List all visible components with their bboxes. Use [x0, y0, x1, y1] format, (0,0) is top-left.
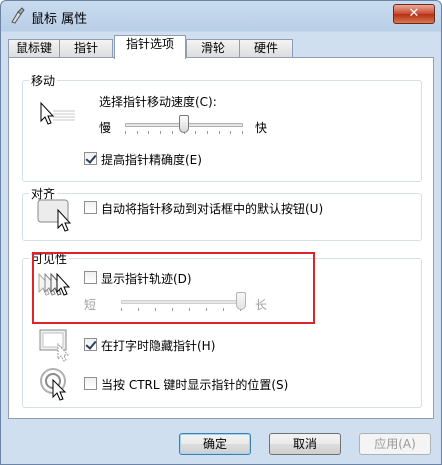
tab-panel: 移动 选择指针移动速度(C): 慢 快 提高指针精确度(E) 对齐 自动将指针移…	[8, 57, 434, 419]
window-title: 鼠标 属性	[31, 12, 88, 27]
tab-wheel[interactable]: 滑轮	[186, 39, 240, 58]
slider-tick	[206, 131, 208, 134]
tab-label: 指针	[73, 41, 98, 55]
title-bar[interactable]: 鼠标 属性 ✕	[1, 1, 441, 31]
speed-label: 选择指针移动速度(C):	[99, 95, 217, 109]
hide-pointer-icon	[39, 329, 70, 362]
fast-label: 快	[255, 121, 268, 135]
slider-tick	[242, 131, 243, 134]
slider-tick	[195, 131, 197, 134]
apply-button[interactable]: 应用(A)	[359, 433, 431, 455]
slider-tick	[230, 131, 232, 134]
slider-tick	[218, 131, 220, 134]
slider-tick	[136, 131, 138, 134]
tab-buttons[interactable]: 鼠标键	[8, 39, 60, 58]
slider-tick	[148, 131, 150, 134]
tab-label: 硬件	[253, 41, 278, 55]
cancel-button[interactable]: 取消	[269, 433, 341, 455]
pointer-speed-icon	[40, 101, 75, 125]
precision-label: 提高指针精确度(E)	[101, 153, 202, 167]
precision-checkbox[interactable]	[84, 152, 97, 165]
tab-label: 滑轮	[200, 41, 225, 55]
tab-hardware[interactable]: 硬件	[239, 39, 293, 58]
snap-label: 自动将指针移动到对话框中的默认按钮(U)	[101, 202, 324, 216]
snap-checkbox[interactable]	[84, 201, 97, 214]
tab-pointers[interactable]: 指针	[59, 39, 113, 58]
show-location-icon	[40, 368, 67, 401]
mouse-app-icon	[11, 7, 25, 24]
tab-pointer-options[interactable]: 指针选项	[114, 35, 186, 59]
ok-button[interactable]: 确定	[179, 433, 251, 455]
tab-label: 指针选项	[125, 37, 174, 51]
hide-pointer-label: 在打字时隐藏指针(H)	[101, 339, 216, 353]
show-location-label: 当按 CTRL 键时显示指针的位置(S)	[101, 378, 289, 392]
hide-pointer-checkbox[interactable]	[84, 338, 97, 351]
annotation-highlight-box	[32, 252, 315, 324]
mouse-properties-window: 鼠标 属性 ✕ 鼠标键 指针 指针选项 滑轮 硬件 移动 选择指针移动速度(C)…	[0, 0, 442, 465]
slider-tick	[160, 131, 162, 134]
close-icon: ✕	[408, 6, 420, 21]
slider-tick	[171, 131, 173, 134]
slow-label: 慢	[99, 121, 112, 135]
motion-group-title: 移动	[29, 72, 58, 89]
tab-label: 鼠标键	[15, 41, 52, 55]
close-button[interactable]: ✕	[393, 4, 435, 24]
slider-tick	[125, 131, 126, 134]
speed-slider-thumb[interactable]	[179, 115, 189, 133]
show-location-checkbox[interactable]	[84, 377, 97, 390]
snap-to-button-icon	[37, 199, 72, 232]
